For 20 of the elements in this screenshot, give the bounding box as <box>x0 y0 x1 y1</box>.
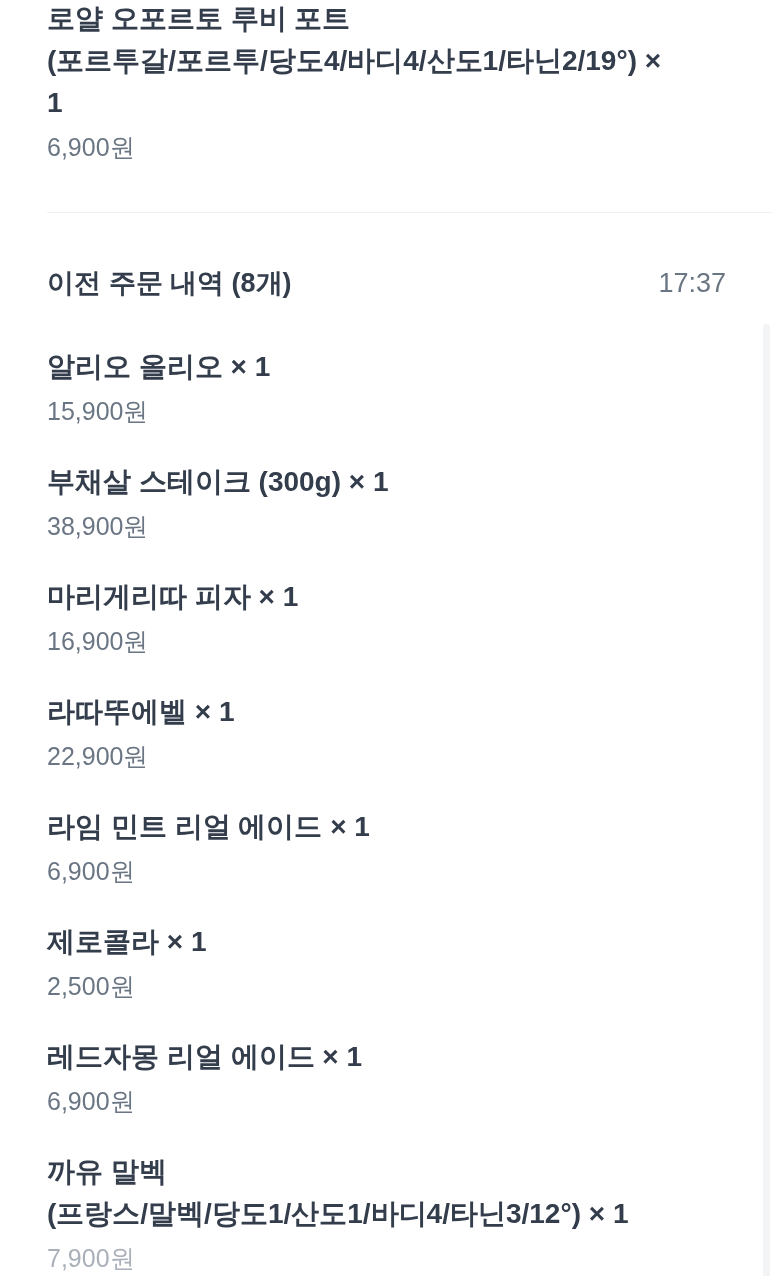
item-name: 라따뚜에벨 × 1 <box>47 695 236 729</box>
item-name: 제로콜라 × 1 <box>47 925 208 959</box>
item-price: 6,900원 <box>47 132 136 163</box>
item-name: 레드자몽 리얼 에이드 × 1 <box>47 1040 364 1074</box>
item-name: 마리게리따 피자 × 1 <box>47 580 300 614</box>
item-price: 22,900원 <box>47 741 150 772</box>
item-name: 알리오 올리오 × 1 <box>47 350 272 384</box>
order-time: 17:37 <box>658 267 726 299</box>
item-price: 2,500원 <box>47 971 136 1002</box>
item-price: 38,900원 <box>47 511 150 542</box>
item-name: 로얄 오포르토 루비 포트 (포르투갈/포르투/당도4/바디4/산도1/타닌2/19°) × 1 <box>47 2 663 120</box>
item-price: 6,900원 <box>47 856 136 887</box>
item-name: 라임 민트 리얼 에이드 × 1 <box>47 810 371 844</box>
item-price: 15,900원 <box>47 396 150 427</box>
item-price: 6,900원 <box>47 1086 136 1117</box>
item-price: 7,900원 <box>47 1243 136 1274</box>
section-title: 이전 주문 내역 (8개) <box>47 267 292 300</box>
item-name: 부채살 스테이크 (300g) × 1 <box>47 465 390 499</box>
item-name: 까유 말벡 (프랑스/말벡/당도1/산도1/바디4/타닌3/12°) × 1 <box>47 1155 630 1231</box>
item-price: 16,900원 <box>47 626 150 657</box>
